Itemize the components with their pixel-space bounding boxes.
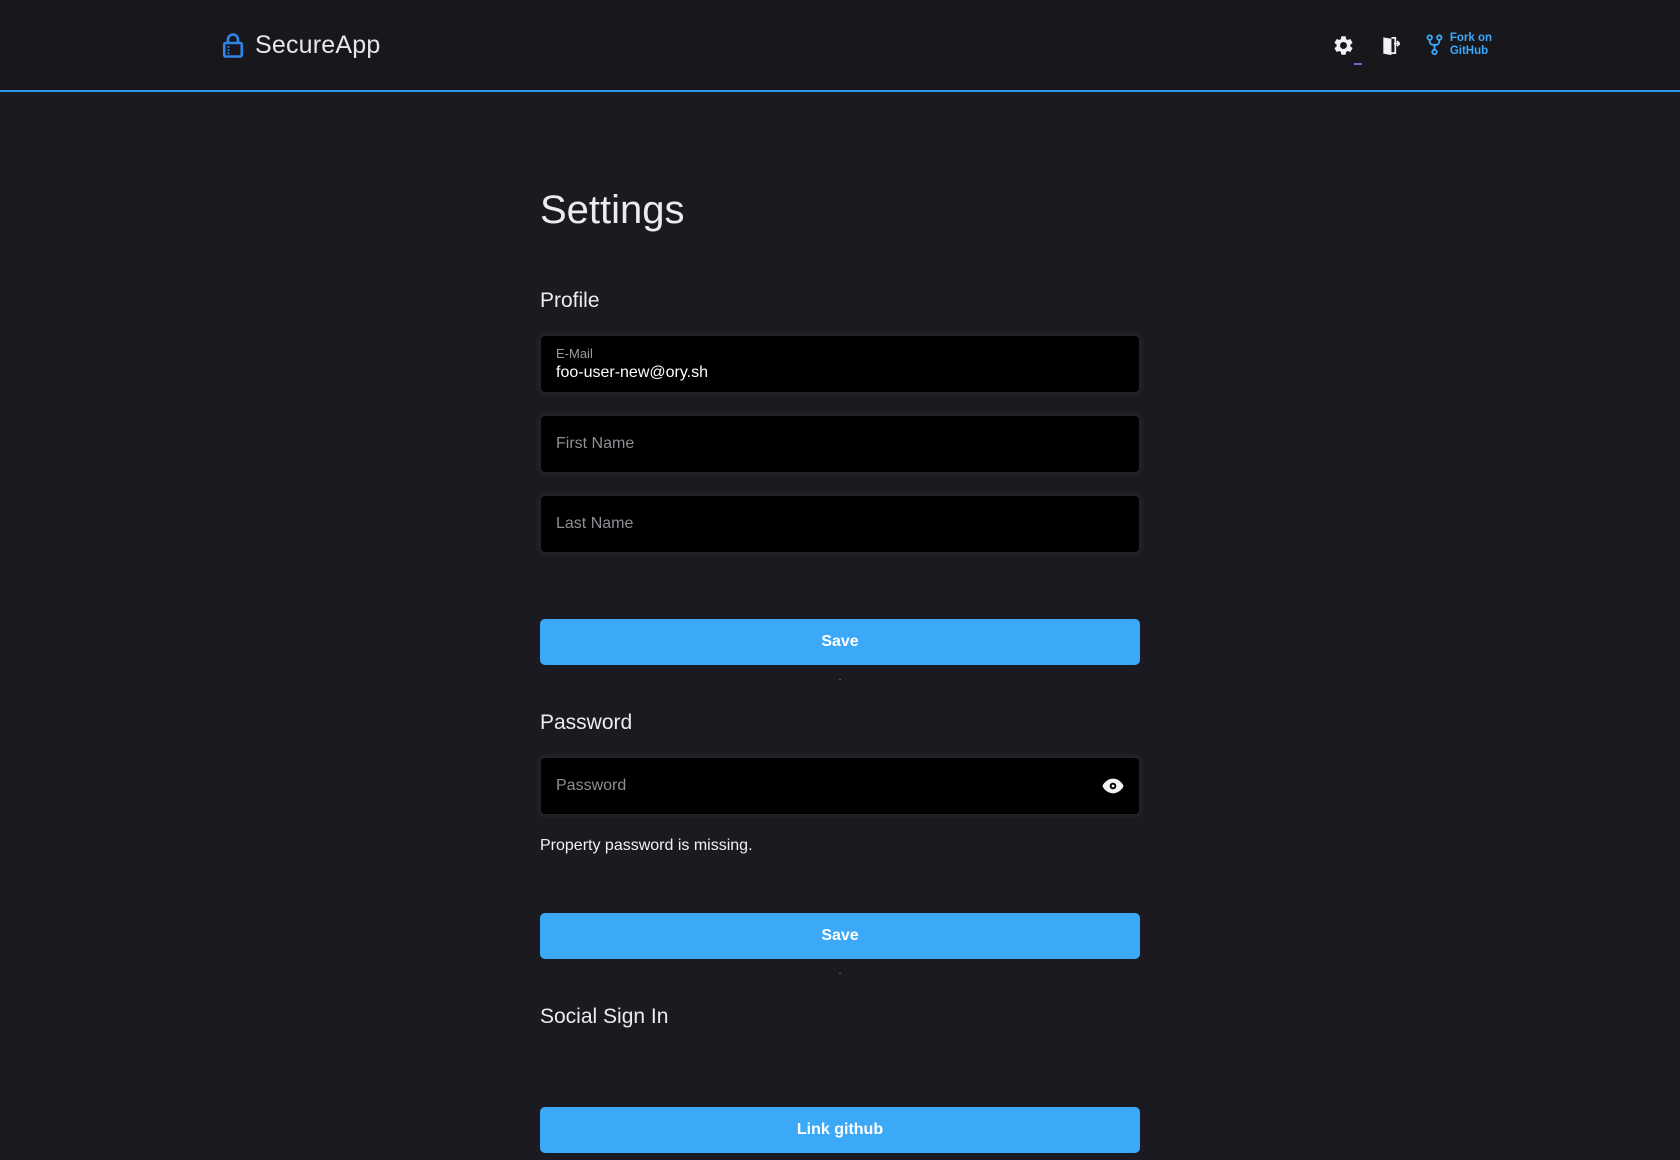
git-fork-icon [1426,33,1443,57]
social-sign-in-heading: Social Sign In [540,1005,1140,1029]
social-sign-in-section: Social Sign In Link github [540,1005,1140,1153]
profile-section: Profile E-Mail Save . [540,289,1140,685]
link-github-button[interactable]: Link github [540,1107,1140,1153]
profile-save-button[interactable]: Save [540,619,1140,665]
page-title: Settings [540,188,1140,233]
navbar: SecureApp [0,0,1680,92]
fork-link-line1: Fork on [1450,32,1492,45]
settings-page: Settings Profile E-Mail Save . Password [540,92,1140,1153]
password-field-box [540,757,1140,815]
password-input[interactable] [556,777,1092,795]
navbar-actions: Fork on GitHub [1332,32,1492,58]
logout-button[interactable] [1379,34,1402,57]
lock-icon [222,32,244,59]
password-save-button[interactable]: Save [540,913,1140,959]
profile-heading: Profile [540,289,1140,313]
profile-message-dot: . [540,671,1140,685]
brand-link[interactable]: SecureApp [222,31,381,60]
email-field-box: E-Mail [540,335,1140,393]
password-heading: Password [540,711,1140,735]
gear-icon [1332,34,1355,57]
gear-underscore-mark [1354,63,1362,65]
first-name-input[interactable] [556,435,1124,453]
password-message-dot: . [540,965,1140,979]
brand-title: SecureApp [255,31,381,60]
settings-gear-button[interactable] [1332,34,1355,57]
password-error-message: Property password is missing. [540,837,1140,855]
fork-on-github-link[interactable]: Fork on GitHub [1426,32,1492,58]
logout-door-icon [1379,34,1402,57]
last-name-input[interactable] [556,515,1124,533]
eye-icon [1102,778,1124,794]
fork-link-text: Fork on GitHub [1450,32,1492,58]
email-label: E-Mail [556,346,1124,361]
fork-link-line2: GitHub [1450,45,1492,58]
toggle-password-visibility-button[interactable] [1102,778,1124,794]
password-section: Password Property password is missing. S… [540,711,1140,979]
last-name-field-box [540,495,1140,553]
email-input[interactable] [556,364,1124,382]
first-name-field-box [540,415,1140,473]
